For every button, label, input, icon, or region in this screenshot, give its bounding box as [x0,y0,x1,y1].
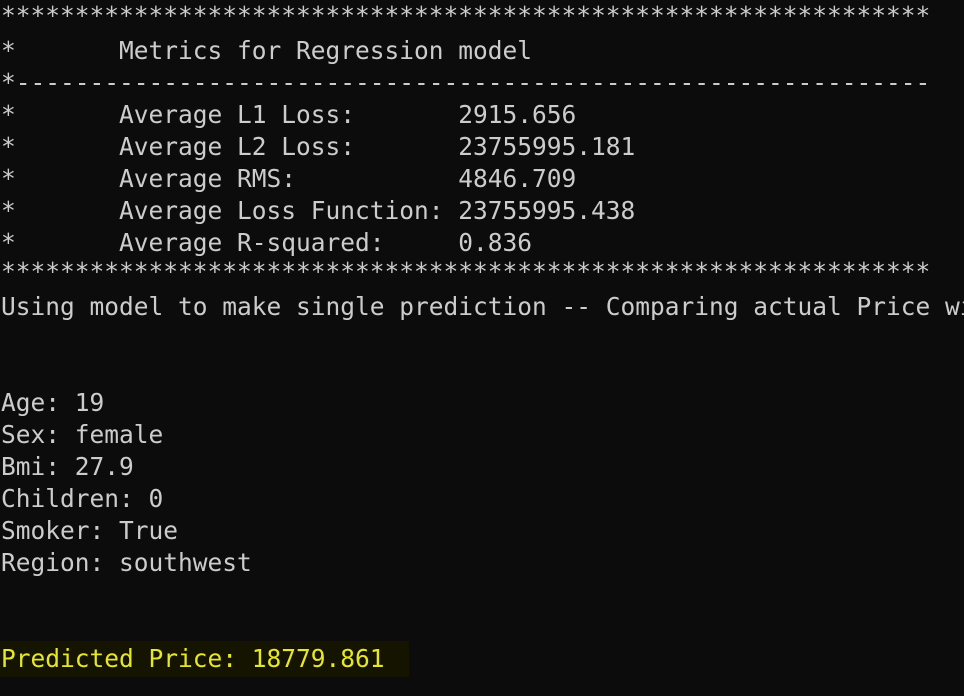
border-line-bottom: ****************************************… [1,257,931,286]
feature-age: Age: 19 [1,388,105,417]
console-window[interactable]: ****************************************… [0,0,964,696]
feature-region: Region: southwest [1,548,252,577]
feature-children: Children: 0 [1,484,164,513]
feature-sex: Sex: female [1,420,164,449]
metric-r-squared: * Average R-squared: 0.836 [1,228,533,257]
feature-smoker: Smoker: True [1,516,179,545]
metric-rms: * Average RMS: 4846.709 [1,164,577,193]
metric-loss-function: * Average Loss Function: 23755995.438 [1,196,636,225]
metrics-title: * Metrics for Regression model [1,36,533,65]
prediction-message: Using model to make single prediction --… [1,292,964,321]
predicted-price: Predicted Price: 18779.861 [1,644,385,673]
separator-line: *---------------------------------------… [1,68,931,97]
border-line-top: ****************************************… [1,1,931,30]
metric-l2-loss: * Average L2 Loss: 23755995.181 [1,132,636,161]
metric-l1-loss: * Average L1 Loss: 2915.656 [1,100,577,129]
feature-bmi: Bmi: 27.9 [1,452,134,481]
